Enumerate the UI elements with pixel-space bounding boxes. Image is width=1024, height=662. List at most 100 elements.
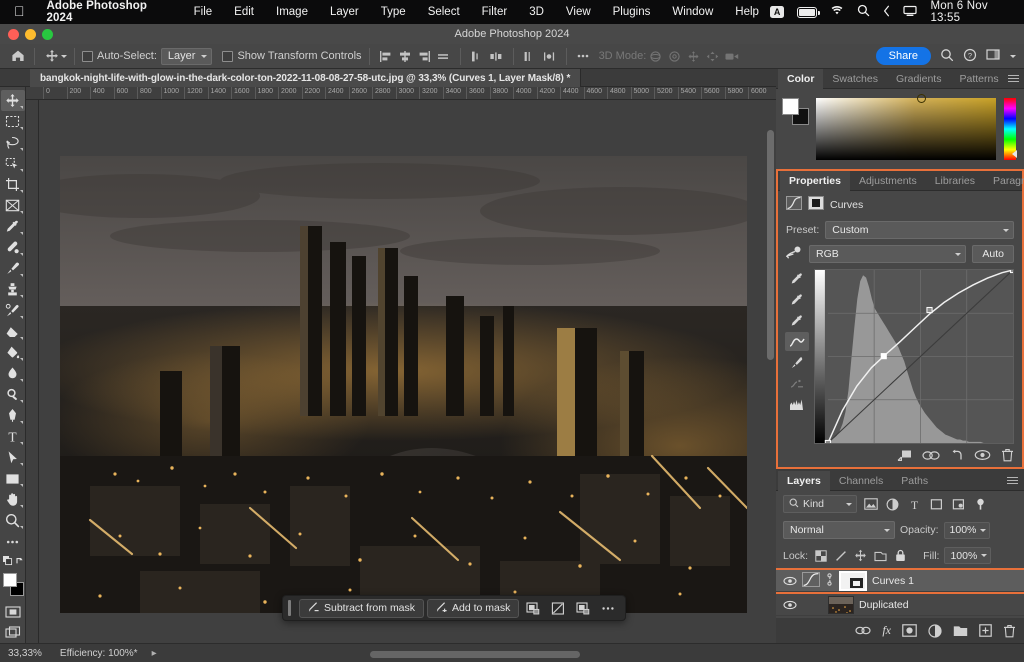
tab-adjustments[interactable]: Adjustments <box>850 171 926 191</box>
layer-visibility-toggle[interactable] <box>783 576 797 586</box>
menu-type[interactable]: Type <box>370 6 417 18</box>
tab-paragraph[interactable]: Paragraph <box>984 171 1024 191</box>
add-to-mask-button[interactable]: Add to mask <box>427 599 519 618</box>
add-layer-style-icon[interactable]: fx <box>882 623 891 638</box>
distribute-vertical-icon[interactable] <box>468 47 487 66</box>
orbit-3d-icon[interactable] <box>646 47 665 66</box>
search-icon[interactable] <box>857 4 870 20</box>
edit-points-tool[interactable] <box>785 332 809 351</box>
color-picker-cursor[interactable] <box>917 94 926 103</box>
subtract-from-mask-button[interactable]: Subtract from mask <box>299 599 424 618</box>
menu-view[interactable]: View <box>555 6 602 18</box>
histogram-display-toggle[interactable] <box>785 395 809 414</box>
horizontal-ruler[interactable]: 0200400600800100012001400160018002000220… <box>26 87 776 100</box>
sample-black-point-eyedropper[interactable] <box>785 269 809 288</box>
vertical-ruler[interactable] <box>26 100 39 643</box>
link-layers-icon[interactable] <box>855 625 871 636</box>
align-right-edges-icon[interactable] <box>415 47 434 66</box>
menu-layer[interactable]: Layer <box>319 6 370 18</box>
curves-graph[interactable] <box>814 269 1014 444</box>
eyedropper-tool[interactable] <box>1 216 25 237</box>
crop-tool[interactable] <box>1 174 25 195</box>
lasso-tool[interactable] <box>1 132 25 153</box>
new-adjustment-layer-icon[interactable] <box>928 624 942 638</box>
canvas-horizontal-scrollbar[interactable] <box>370 651 580 658</box>
smooth-curve-button[interactable] <box>785 374 809 393</box>
camera-3d-icon[interactable] <box>722 47 741 66</box>
panel-menu-icon[interactable] <box>1008 75 1024 83</box>
tab-patterns[interactable]: Patterns <box>950 69 1007 89</box>
more-options-icon[interactable] <box>597 599 619 618</box>
tab-layers[interactable]: Layers <box>778 471 830 491</box>
filter-type-icon[interactable]: T <box>906 496 923 513</box>
filter-toggle-icon[interactable] <box>972 496 989 513</box>
dodge-tool[interactable] <box>1 384 25 405</box>
layer-thumbnail[interactable] <box>828 596 854 614</box>
menu-window[interactable]: Window <box>661 6 724 18</box>
document-window[interactable]: Subtract from mask Add to mask <box>39 100 776 643</box>
link-mask-icon[interactable] <box>825 573 834 589</box>
disable-mask-icon[interactable] <box>547 599 569 618</box>
workspace-icon[interactable] <box>986 48 1001 64</box>
blend-mode-dropdown[interactable]: Normal <box>783 521 895 539</box>
wifi-icon[interactable] <box>830 5 844 19</box>
menu-help[interactable]: Help <box>724 6 770 18</box>
chevron-down-icon[interactable] <box>1010 55 1016 58</box>
color-panel-swatches[interactable] <box>782 98 808 124</box>
auto-button[interactable]: Auto <box>972 245 1014 263</box>
lock-all-icon[interactable] <box>893 548 908 563</box>
hue-slider[interactable] <box>1004 98 1016 160</box>
delete-layer-icon[interactable] <box>1003 624 1016 638</box>
history-brush-tool[interactable] <box>1 300 25 321</box>
foreground-color-swatch[interactable] <box>3 573 17 587</box>
frame-tool[interactable] <box>1 195 25 216</box>
roll-3d-icon[interactable] <box>665 47 684 66</box>
apply-mask-icon[interactable] <box>572 599 594 618</box>
new-group-icon[interactable] <box>953 625 968 637</box>
image-canvas[interactable] <box>60 156 747 613</box>
filter-pixel-icon[interactable] <box>862 496 879 513</box>
layer-mask-thumbnail[interactable] <box>839 571 867 591</box>
sample-white-point-eyedropper[interactable] <box>785 311 809 330</box>
invert-mask-icon[interactable] <box>522 599 544 618</box>
screen-share-icon[interactable] <box>903 5 917 20</box>
foreground-color-swatch[interactable] <box>782 98 799 115</box>
help-icon[interactable]: ? <box>963 48 977 65</box>
align-distribute-vertical-2-icon[interactable] <box>521 47 540 66</box>
screen-mode-icon[interactable] <box>1 622 25 643</box>
tab-color[interactable]: Color <box>778 69 823 89</box>
color-swatches[interactable] <box>0 571 26 601</box>
canvas-vertical-scrollbar[interactable] <box>767 130 774 360</box>
quick-mask-icon[interactable] <box>1 601 25 622</box>
fill-field[interactable]: 100% <box>944 547 991 564</box>
tab-gradients[interactable]: Gradients <box>887 69 951 89</box>
menu-edit[interactable]: Edit <box>223 6 265 18</box>
lock-artboard-nesting-icon[interactable] <box>873 548 888 563</box>
zoom-tool[interactable] <box>1 510 25 531</box>
add-layer-mask-icon[interactable] <box>902 624 917 637</box>
reset-adjustment-icon[interactable] <box>950 449 964 462</box>
blur-tool[interactable] <box>1 363 25 384</box>
panel-menu-icon[interactable] <box>1007 477 1024 485</box>
spot-healing-brush-tool[interactable] <box>1 237 25 258</box>
menu-3d[interactable]: 3D <box>518 6 555 18</box>
sample-gray-point-eyedropper[interactable] <box>785 290 809 309</box>
clip-to-layer-icon[interactable] <box>897 449 912 462</box>
clone-stamp-tool[interactable] <box>1 279 25 300</box>
hand-tool[interactable] <box>1 489 25 510</box>
type-tool[interactable]: T <box>1 426 25 447</box>
tab-channels[interactable]: Channels <box>830 471 892 491</box>
edit-toolbar-button[interactable] <box>1 531 25 552</box>
show-transform-controls-checkbox[interactable] <box>222 51 233 62</box>
drag-handle-icon[interactable] <box>288 600 291 616</box>
control-center-icon[interactable] <box>883 5 890 20</box>
default-colors-icon[interactable] <box>1 552 25 568</box>
filter-smart-object-icon[interactable] <box>950 496 967 513</box>
menubar-app-name[interactable]: Adobe Photoshop 2024 <box>35 0 183 24</box>
move-tool-preset-caret[interactable] <box>61 55 67 58</box>
menu-file[interactable]: File <box>183 6 224 18</box>
input-source-badge[interactable]: A <box>770 6 785 18</box>
distribute-horizontal-icon[interactable] <box>487 47 506 66</box>
path-selection-tool[interactable] <box>1 447 25 468</box>
menu-select[interactable]: Select <box>417 6 471 18</box>
